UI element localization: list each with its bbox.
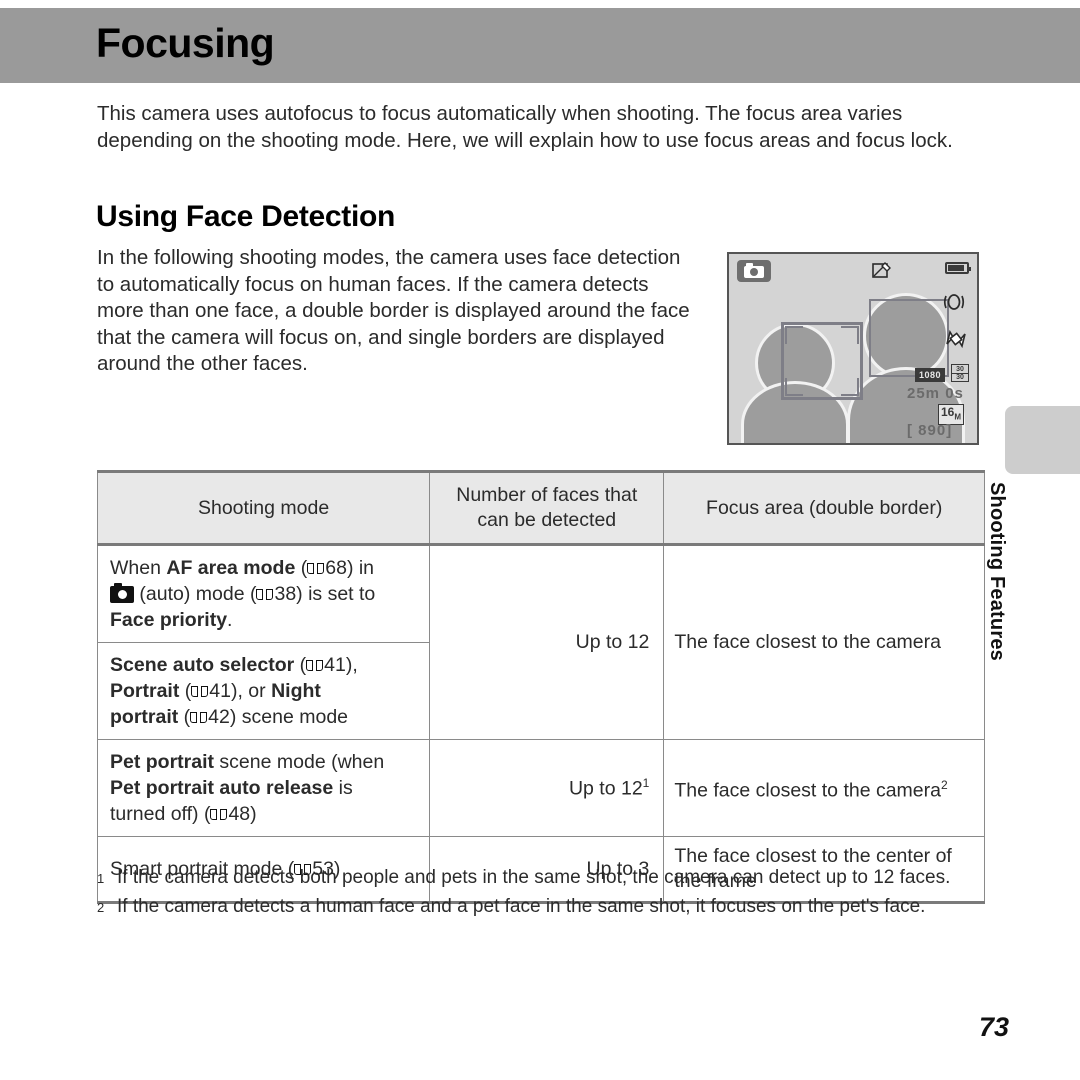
page-number: 73 (978, 1012, 1009, 1042)
header-faces-line1: Number of faces that (456, 484, 638, 506)
cell-focus-area: The face closest to the camera2 (663, 739, 985, 837)
table-row: Pet portrait scene mode (when Pet portrai… (96, 739, 985, 837)
footnote-text: If the camera detects both people and pe… (117, 867, 951, 888)
movie-size-badge: 1080 (915, 368, 946, 382)
footnote-item: 1 If the camera detects both people and p… (97, 865, 987, 892)
book-reference-icon (191, 685, 209, 699)
image-size-value: 16 (941, 405, 955, 419)
vibration-reduction-icon (943, 294, 965, 310)
footnote-number: 2 (97, 900, 105, 915)
footnote-number: 1 (97, 871, 105, 886)
cell-face-count: Up to 12 (429, 544, 665, 740)
section-heading: Using Face Detection (96, 200, 396, 233)
book-reference-icon (307, 562, 325, 576)
book-reference-icon (210, 808, 228, 822)
shots-remaining: [ 890] (907, 422, 953, 439)
cell-face-count: Up to 121 (429, 739, 665, 837)
header-focus-area: Focus area (double border) (663, 470, 985, 546)
face-detection-table: Shooting mode Number of faces that can b… (96, 470, 985, 904)
book-reference-icon (190, 711, 208, 725)
section-paragraph: In the following shooting modes, the cam… (97, 246, 690, 375)
retouch-icon (872, 262, 891, 278)
battery-full-icon (945, 262, 971, 274)
cell-shooting-mode: Scene auto selector (41), Portrait (41), … (96, 642, 431, 740)
frame-rate-badge: 30 30 (951, 364, 969, 382)
footnote-marker: 2 (941, 777, 948, 792)
book-reference-icon (256, 588, 274, 602)
camera-auto-mode-icon (110, 583, 134, 603)
cell-focus-area: The face closest to the camera (663, 544, 985, 740)
table-body: When AF area mode (68) in (auto) mode (3… (96, 544, 985, 904)
table-row: When AF area mode (68) in (auto) mode (3… (96, 544, 985, 740)
footnotes: 1 If the camera detects both people and p… (97, 865, 987, 923)
bowtie-icon (946, 329, 966, 349)
footnote-marker: 1 (642, 775, 650, 790)
cell-shooting-mode: Pet portrait scene mode (when Pet portrai… (96, 739, 431, 837)
side-tab-marker (1005, 406, 1080, 474)
header-faces-line2: can be detected (477, 509, 617, 531)
camera-lcd-illustration: 1080 30 30 25m 0s 16M [ 890] (727, 252, 979, 445)
header-number-of-faces: Number of faces that can be detected (429, 470, 665, 546)
cell-shooting-mode: When AF area mode (68) in (auto) mode (3… (96, 544, 431, 643)
intro-paragraph: This camera uses autofocus to focus auto… (97, 102, 953, 152)
book-reference-icon (306, 659, 324, 673)
image-size-unit: M (954, 412, 962, 422)
record-time-remaining: 25m 0s (907, 385, 964, 402)
footnote-item: 2 If the camera detects a human face and … (97, 894, 987, 921)
footnote-text: If the camera detects a human face and a… (117, 896, 926, 917)
camera-auto-icon (737, 260, 771, 282)
single-focus-border-icon (869, 299, 949, 377)
side-tab-label: Shooting Features (986, 482, 1008, 661)
page-title: Focusing (96, 20, 275, 66)
frame-rate-value: 30 (956, 374, 964, 381)
header-shooting-mode: Shooting mode (96, 470, 431, 546)
table-header-row: Shooting mode Number of faces that can b… (96, 470, 985, 546)
double-focus-border-inner-icon (785, 326, 859, 396)
